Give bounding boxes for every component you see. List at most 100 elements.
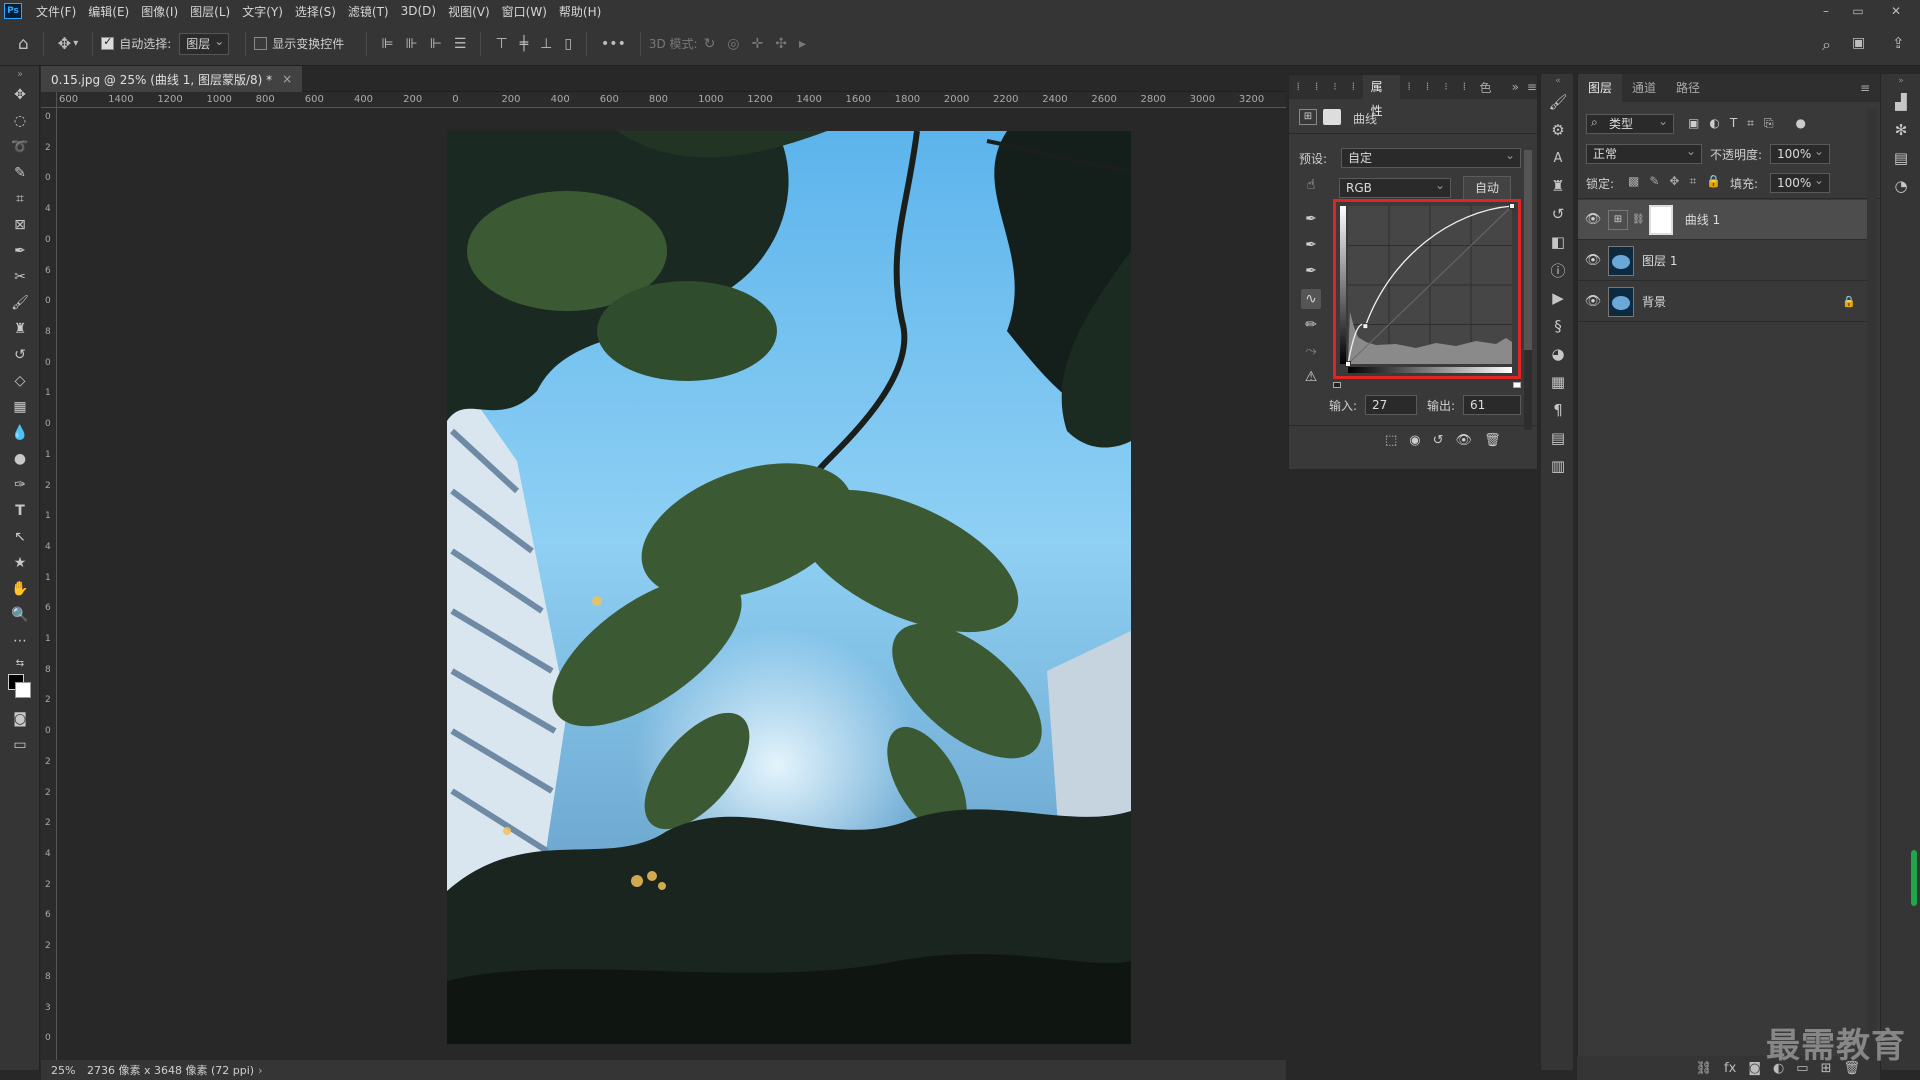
panel-tab-icon[interactable]: ⁞ xyxy=(1421,80,1433,94)
close-window-button[interactable]: ✕ xyxy=(1880,0,1912,22)
color-swatches[interactable] xyxy=(0,672,40,706)
gradient-tool-icon[interactable]: ▦ xyxy=(0,394,40,420)
menu-filter[interactable]: 滤镜(T) xyxy=(342,3,395,20)
hand-tool-icon[interactable]: ✋ xyxy=(0,576,40,602)
link-layers-icon[interactable]: ⛓ xyxy=(1696,1061,1713,1076)
lock-all-icon[interactable]: 🔒 xyxy=(1706,174,1721,189)
lasso-tool-icon[interactable]: ➰ xyxy=(0,134,40,160)
3d-slide-icon[interactable]: ✣ xyxy=(775,36,787,52)
tab-channels[interactable]: 通道 xyxy=(1622,74,1666,102)
history-panel-icon[interactable]: ↺ xyxy=(1541,200,1575,228)
visibility-eye-icon[interactable]: 👁 xyxy=(1578,212,1608,227)
panel-menu-icon[interactable]: ≡ xyxy=(1860,81,1870,95)
edit-toolbar-icon[interactable]: ⋯ xyxy=(0,628,40,654)
navigator-panel-icon[interactable]: ✻ xyxy=(1881,116,1920,144)
auto-button[interactable]: 自动 xyxy=(1463,176,1511,200)
dodge-tool-icon[interactable]: ● xyxy=(0,446,40,472)
clipping-warning-icon[interactable]: ⚠ xyxy=(1301,367,1321,387)
screen-mode-icon[interactable]: ▭ xyxy=(0,732,40,758)
menu-window[interactable]: 窗口(W) xyxy=(496,3,553,20)
eyedropper-tool-icon[interactable]: ✒ xyxy=(0,238,40,264)
document-tab[interactable]: 0.15.jpg @ 25% (曲线 1, 图层蒙版/8) * × xyxy=(41,66,303,92)
view-previous-icon[interactable]: ◉ xyxy=(1409,433,1420,448)
align-left-icon[interactable]: ⊫ xyxy=(381,36,393,52)
background-color-swatch[interactable] xyxy=(15,682,31,698)
smooth-curve-icon[interactable]: ⤳ xyxy=(1301,341,1321,361)
lock-transparency-icon[interactable]: ▩ xyxy=(1628,174,1639,189)
visibility-eye-icon[interactable]: 👁 xyxy=(1578,294,1608,309)
document-image[interactable] xyxy=(447,131,1131,1044)
align-top-icon[interactable]: ⊤ xyxy=(495,36,507,52)
learn-panel-icon[interactable]: § xyxy=(1541,312,1575,340)
panel-tab-icon[interactable]: ⁝ xyxy=(1329,80,1341,94)
panel-tab-icon[interactable]: ⁞ xyxy=(1458,80,1470,94)
search-icon[interactable]: ⌕ xyxy=(1822,35,1831,55)
panel-tab-icon[interactable]: ⁞ xyxy=(1403,80,1415,94)
color-panel-icon[interactable]: ◕ xyxy=(1541,340,1575,368)
preset-dropdown[interactable]: 自定 xyxy=(1341,146,1521,168)
share-icon[interactable]: ⇪ xyxy=(1892,34,1905,52)
panel-tab-icon[interactable]: ⁝ xyxy=(1440,80,1452,94)
frame-tool-icon[interactable]: ⊠ xyxy=(0,212,40,238)
tab-layers[interactable]: 图层 xyxy=(1578,74,1623,102)
mask-icon[interactable] xyxy=(1323,109,1341,125)
menu-layer[interactable]: 图层(L) xyxy=(184,3,236,20)
layer-filter-dropdown[interactable]: 类型 xyxy=(1586,112,1674,134)
curve-control-point[interactable] xyxy=(1345,361,1351,367)
white-point-eyedropper-icon[interactable]: ✒ xyxy=(1301,261,1321,281)
white-slider[interactable] xyxy=(1513,382,1521,388)
scrollbar-thumb[interactable] xyxy=(1524,150,1532,350)
type-tool-icon[interactable]: T xyxy=(0,498,40,524)
3d-roll-icon[interactable]: ◎ xyxy=(727,36,739,52)
crop-tool-icon[interactable]: ⌗ xyxy=(0,186,40,212)
swatches-panel-icon[interactable]: ▦ xyxy=(1541,368,1575,396)
layer-row-background[interactable]: 👁 背景 🔒 xyxy=(1578,282,1868,322)
restore-button[interactable]: ▭ xyxy=(1842,0,1874,22)
layer-row-curves[interactable]: 👁 ⊞ ⛓ 曲线 1 xyxy=(1578,200,1868,240)
home-icon[interactable]: ⌂ xyxy=(18,34,29,54)
close-tab-icon[interactable]: × xyxy=(282,72,292,86)
quick-select-tool-icon[interactable]: ✎ xyxy=(0,160,40,186)
lock-position-icon[interactable]: ✥ xyxy=(1669,174,1679,189)
output-value-field[interactable]: 61 xyxy=(1463,395,1521,415)
add-mask-icon[interactable]: ◙ xyxy=(1748,1061,1761,1076)
horizontal-ruler[interactable]: 600 1400 1200 1000 800 600 400 200 0 200 400 600 800… xyxy=(57,92,1286,108)
panel-tab-icon[interactable]: ⁞ xyxy=(1292,80,1304,94)
black-point-eyedropper-icon[interactable]: ✒ xyxy=(1301,209,1321,229)
shape-tool-icon[interactable]: ★ xyxy=(0,550,40,576)
3d-pan-icon[interactable]: ✛ xyxy=(752,36,764,52)
distribute-vertical-icon[interactable]: ▯ xyxy=(564,36,572,52)
menu-type[interactable]: 文字(Y) xyxy=(236,3,289,20)
draw-curve-pencil-icon[interactable]: ✏ xyxy=(1301,315,1321,335)
opacity-field[interactable]: 100% xyxy=(1770,142,1830,164)
path-select-tool-icon[interactable]: ↖ xyxy=(0,524,40,550)
brush-panel-icon[interactable]: 🖌 xyxy=(1541,88,1575,116)
pen-tool-icon[interactable]: ✑ xyxy=(0,472,40,498)
vertical-ruler[interactable]: 0 2 0 4 0 6 0 8 0 1 0 1 2 1 4 1 6 1 8 2 0 2 2 2 4 2 6 2 8 3 0 xyxy=(41,108,57,1060)
clip-to-layer-icon[interactable]: ⬚ xyxy=(1385,433,1397,448)
move-tool-icon[interactable]: ✥ xyxy=(0,82,40,108)
chevron-down-icon[interactable]: ▾ xyxy=(73,38,78,49)
marquee-tool-icon[interactable]: ◌ xyxy=(0,108,40,134)
link-icon[interactable]: ⛓ xyxy=(1632,214,1645,225)
brush-settings-icon[interactable]: ⚙ xyxy=(1541,116,1575,144)
align-bottom-icon[interactable]: ⊥ xyxy=(540,36,552,52)
panel-collapse-icon[interactable]: » xyxy=(1512,80,1519,94)
blend-mode-dropdown[interactable]: 正常 xyxy=(1586,142,1702,164)
panel-tab-icon[interactable]: ⁞ xyxy=(1347,80,1359,94)
gray-point-eyedropper-icon[interactable]: ✒ xyxy=(1301,235,1321,255)
layer-comps-icon[interactable]: ▤ xyxy=(1881,144,1920,172)
auto-select-target-dropdown[interactable]: 图层 xyxy=(179,31,230,55)
filter-adjustment-icon[interactable]: ◐ xyxy=(1709,116,1719,131)
clone-source-icon[interactable]: ♜ xyxy=(1541,172,1575,200)
history-brush-tool-icon[interactable]: ↺ xyxy=(0,342,40,368)
reset-icon[interactable]: ↺ xyxy=(1433,433,1444,448)
info-panel-icon[interactable]: ⓘ xyxy=(1541,256,1575,284)
move-tool-icon[interactable]: ✥ xyxy=(58,34,71,53)
paragraph-panel-icon[interactable]: ¶ xyxy=(1541,396,1575,424)
filter-type-icon[interactable]: T xyxy=(1730,116,1737,131)
zoom-tool-icon[interactable]: 🔍 xyxy=(0,602,40,628)
fill-field[interactable]: 100% xyxy=(1770,171,1830,193)
notes-panel-icon[interactable]: ▥ xyxy=(1541,452,1575,480)
quick-mask-icon[interactable]: ◙ xyxy=(0,706,40,732)
